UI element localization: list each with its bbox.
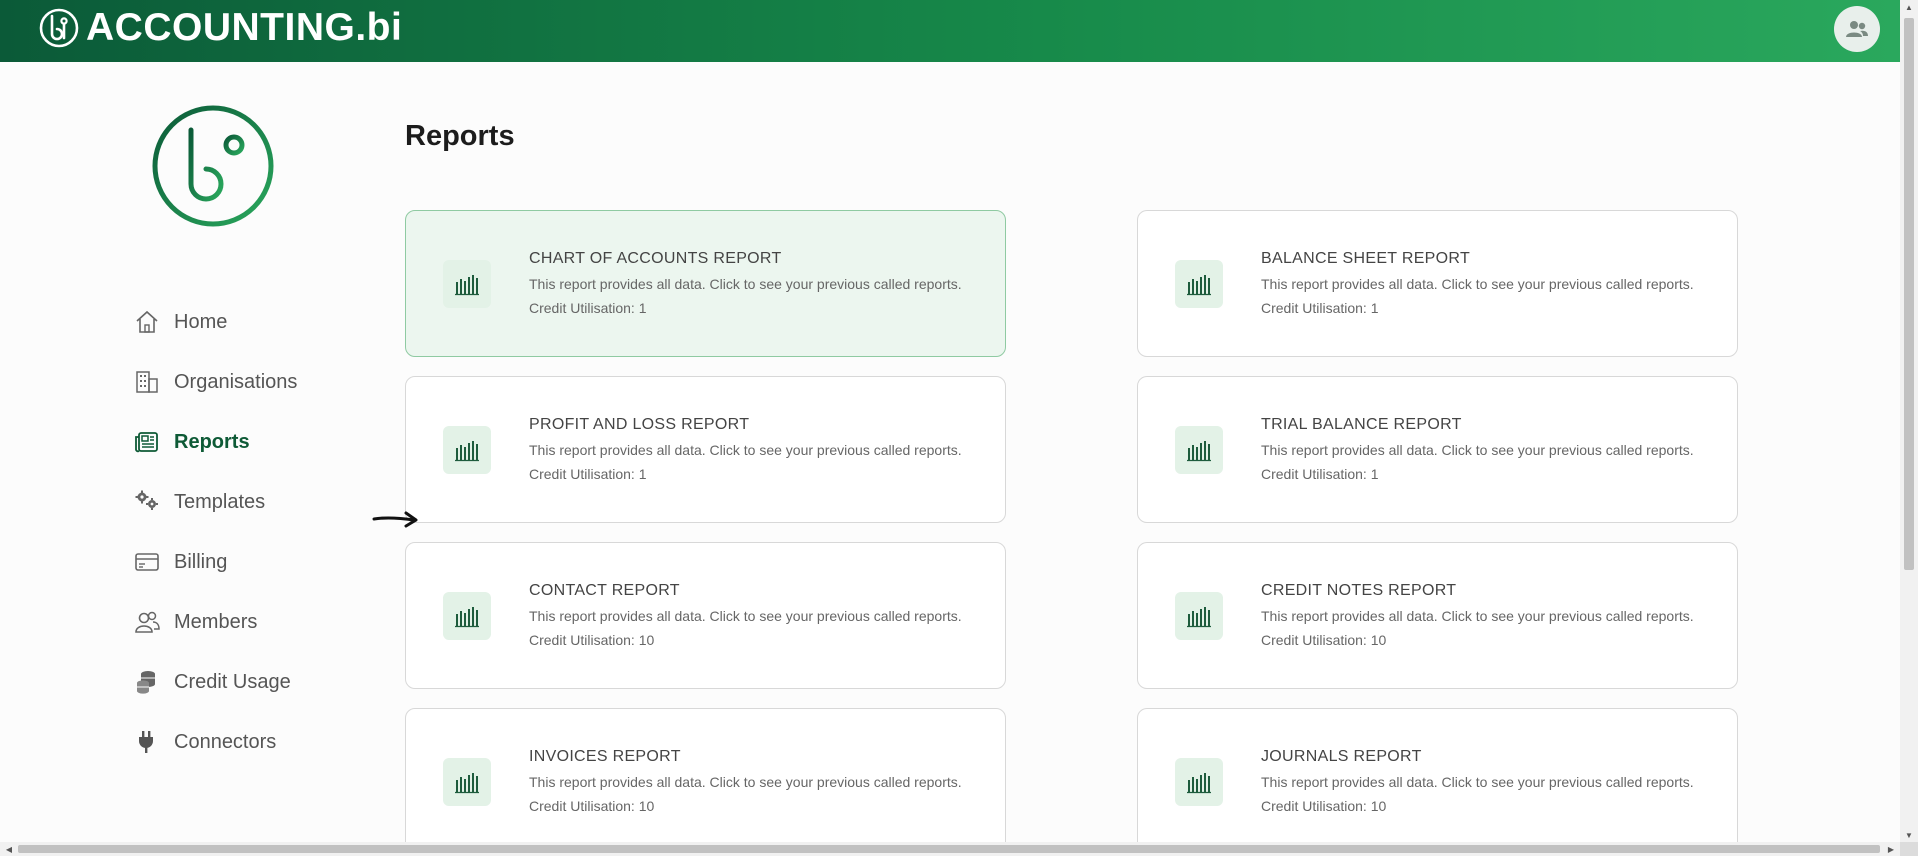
sidebar-item-organisations[interactable]: Organisations <box>132 352 392 412</box>
people-icon <box>132 607 162 637</box>
scroll-up-icon[interactable]: ▲ <box>1900 0 1918 14</box>
report-title: CREDIT NOTES REPORT <box>1261 582 1457 599</box>
scrollbar-corner <box>1900 842 1918 856</box>
bar-chart-icon <box>1175 426 1223 474</box>
report-card[interactable]: PROFIT AND LOSS REPORT This report provid… <box>405 376 1006 523</box>
credit-utilisation: Credit Utilisation: 1 <box>529 466 647 482</box>
sidebar-item-label: Credit Usage <box>174 670 291 693</box>
report-card[interactable]: CHART OF ACCOUNTS REPORT This report prov… <box>405 210 1006 357</box>
sidebar-item-home[interactable]: Home <box>132 292 392 352</box>
horizontal-scrollbar[interactable]: ◀ ▶ <box>0 842 1900 856</box>
scroll-down-icon[interactable]: ▼ <box>1900 828 1918 842</box>
bar-chart-icon <box>1175 260 1223 308</box>
report-title: CONTACT REPORT <box>529 582 680 599</box>
bar-chart-icon <box>443 592 491 640</box>
vertical-scrollbar[interactable]: ▲ ▼ <box>1900 0 1918 842</box>
report-card[interactable]: INVOICES REPORT This report provides all … <box>405 708 1006 855</box>
bar-chart-icon <box>443 758 491 806</box>
bar-chart-icon <box>1175 758 1223 806</box>
sidebar-item-label: Billing <box>174 550 228 573</box>
report-title: PROFIT AND LOSS REPORT <box>529 416 750 433</box>
scroll-right-icon[interactable]: ▶ <box>1882 842 1900 856</box>
report-description: This report provides all data. Click to … <box>529 276 962 292</box>
report-description: This report provides all data. Click to … <box>1261 276 1694 292</box>
home-icon <box>132 307 162 337</box>
credit-utilisation: Credit Utilisation: 1 <box>1261 300 1379 316</box>
credit-utilisation: Credit Utilisation: 1 <box>529 300 647 316</box>
report-description: This report provides all data. Click to … <box>1261 608 1694 624</box>
report-title: BALANCE SHEET REPORT <box>1261 250 1471 267</box>
page-title: Reports <box>405 120 515 152</box>
user-menu-button[interactable] <box>1834 6 1880 52</box>
arrow-right-icon <box>372 511 418 528</box>
vertical-scroll-thumb[interactable] <box>1904 18 1914 570</box>
gears-icon <box>132 487 162 517</box>
credit-card-icon <box>132 547 162 577</box>
sidebar-item-label: Templates <box>174 490 266 513</box>
sidebar-item-label: Reports <box>174 430 250 453</box>
report-title: CHART OF ACCOUNTS REPORT <box>529 250 782 267</box>
sidebar-item-billing[interactable]: Billing <box>132 532 392 592</box>
report-card[interactable]: CREDIT NOTES REPORT This report provides … <box>1137 542 1738 689</box>
bi-logo-icon <box>39 8 79 48</box>
sidebar-item-label: Home <box>174 310 228 333</box>
sidebar-item-credit-usage[interactable]: Credit Usage <box>132 652 392 712</box>
sidebar-item-members[interactable]: Members <box>132 592 392 652</box>
brand-name: ACCOUNTING.bi <box>86 6 403 49</box>
report-title: JOURNALS REPORT <box>1261 748 1422 765</box>
report-title: INVOICES REPORT <box>529 748 681 765</box>
report-card[interactable]: JOURNALS REPORT This report provides all … <box>1137 708 1738 855</box>
building-icon <box>132 367 162 397</box>
coins-icon <box>132 667 162 697</box>
sidebar-item-label: Connectors <box>174 730 277 753</box>
sidebar-nav: Home Organisations Reports Templates Bil… <box>132 292 392 772</box>
sidebar-item-connectors[interactable]: Connectors <box>132 712 392 772</box>
sidebar-item-templates[interactable]: Templates <box>132 472 392 532</box>
plug-icon <box>132 727 162 757</box>
newspaper-icon <box>132 427 162 457</box>
company-logo-icon <box>152 105 274 227</box>
report-description: This report provides all data. Click to … <box>1261 774 1694 790</box>
credit-utilisation: Credit Utilisation: 10 <box>529 632 655 648</box>
report-title: TRIAL BALANCE REPORT <box>1261 416 1462 433</box>
bar-chart-icon <box>443 260 491 308</box>
users-icon <box>1846 21 1868 37</box>
credit-utilisation: Credit Utilisation: 10 <box>529 798 655 814</box>
sidebar-item-label: Organisations <box>174 370 298 393</box>
report-card[interactable]: TRIAL BALANCE REPORT This report provides… <box>1137 376 1738 523</box>
credit-utilisation: Credit Utilisation: 10 <box>1261 798 1387 814</box>
report-description: This report provides all data. Click to … <box>529 442 962 458</box>
report-description: This report provides all data. Click to … <box>529 608 962 624</box>
credit-utilisation: Credit Utilisation: 10 <box>1261 632 1387 648</box>
horizontal-scroll-thumb[interactable] <box>18 845 1880 853</box>
brand[interactable]: ACCOUNTING.bi <box>38 6 402 50</box>
sidebar-item-label: Members <box>174 610 258 633</box>
report-card[interactable]: BALANCE SHEET REPORT This report provides… <box>1137 210 1738 357</box>
main-area: Home Organisations Reports Templates Bil… <box>0 62 1900 855</box>
top-bar: ACCOUNTING.bi <box>0 0 1900 62</box>
report-description: This report provides all data. Click to … <box>529 774 962 790</box>
report-description: This report provides all data. Click to … <box>1261 442 1694 458</box>
bar-chart-icon <box>1175 592 1223 640</box>
scroll-left-icon[interactable]: ◀ <box>0 842 18 856</box>
report-card[interactable]: CONTACT REPORT This report provides all d… <box>405 542 1006 689</box>
sidebar-item-reports[interactable]: Reports <box>132 412 392 472</box>
bar-chart-icon <box>443 426 491 474</box>
credit-utilisation: Credit Utilisation: 1 <box>1261 466 1379 482</box>
